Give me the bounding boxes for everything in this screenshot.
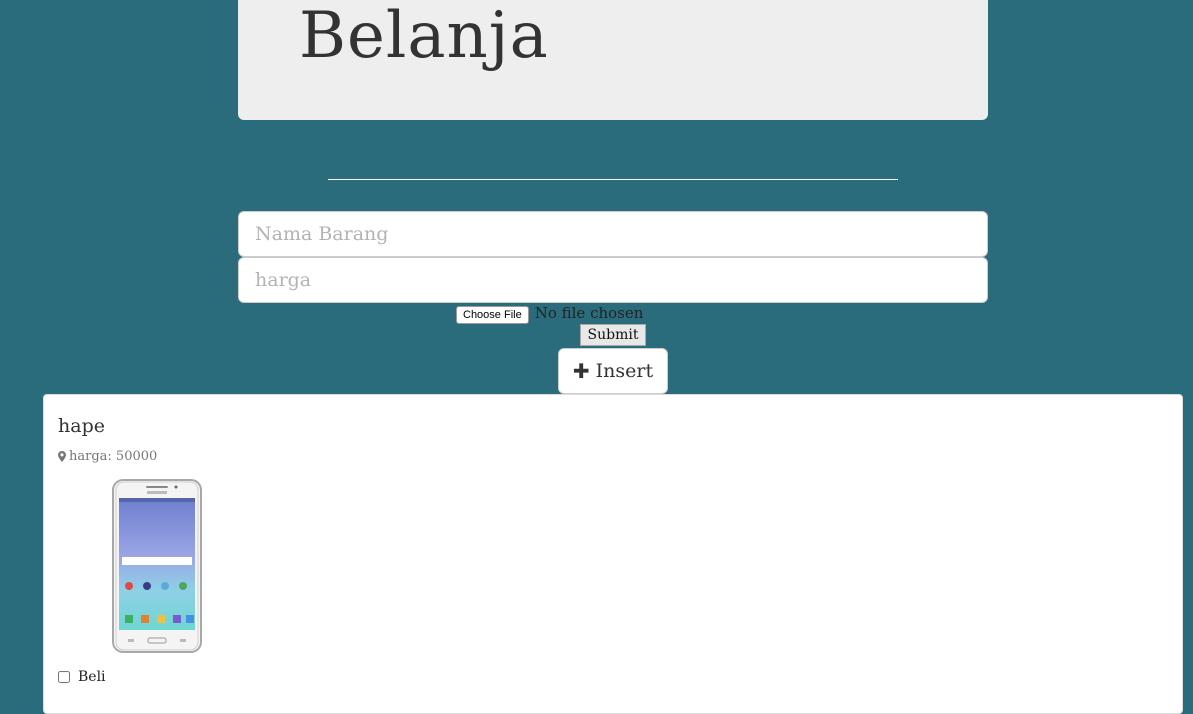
file-upload: Choose File No file chosen	[456, 303, 644, 324]
header-jumbotron: Belanja	[238, 0, 988, 120]
beli-label: Beli	[78, 669, 106, 685]
insert-label: Insert	[595, 360, 654, 382]
product-price: harga: 50000	[69, 449, 158, 464]
product-image	[112, 479, 202, 653]
divider	[328, 179, 898, 180]
page-title: Belanja	[299, 0, 549, 73]
nama-barang-input[interactable]	[238, 211, 988, 257]
choose-file-button[interactable]: Choose File	[456, 306, 529, 324]
product-name: hape	[58, 415, 105, 437]
submit-button[interactable]: Submit	[580, 324, 646, 346]
product-price-row: harga: 50000	[58, 449, 157, 464]
harga-input[interactable]	[238, 257, 988, 303]
insert-button[interactable]: ✚ Insert	[558, 348, 668, 394]
map-marker-icon	[58, 451, 66, 462]
beli-checkbox-row[interactable]: Beli	[58, 669, 106, 685]
plus-icon: ✚	[572, 359, 590, 383]
beli-checkbox[interactable]	[58, 671, 70, 683]
product-card: hape harga: 50000 Beli	[43, 394, 1183, 714]
file-status-text: No file chosen	[534, 304, 644, 322]
